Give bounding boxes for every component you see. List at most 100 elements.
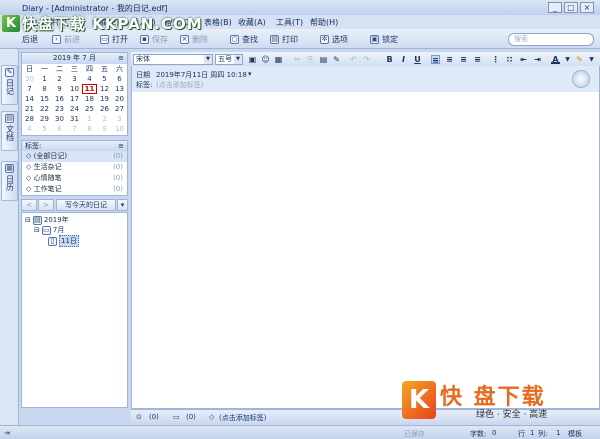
font-color-icon[interactable]: A xyxy=(551,55,560,64)
tab-diary[interactable]: ✎ 日记 xyxy=(1,65,18,105)
calendar-day[interactable]: 9 xyxy=(52,84,67,94)
bold-icon[interactable]: B xyxy=(385,55,394,64)
calendar-day[interactable]: 2 xyxy=(52,74,67,84)
menu-tools[interactable]: 工具(T) xyxy=(276,17,303,28)
insert-image-icon[interactable]: ▣ xyxy=(248,55,257,64)
calendar-day[interactable]: 22 xyxy=(37,104,52,114)
sidebar-toggle-icon[interactable]: ⇥ xyxy=(4,429,10,437)
align-right-icon[interactable]: ≡ xyxy=(459,55,468,64)
collapse-icon[interactable]: ⊟ xyxy=(34,226,40,234)
copy-icon[interactable]: ⎘ xyxy=(306,55,315,64)
calendar-day[interactable]: 15 xyxy=(37,94,52,104)
calendar-day-today[interactable]: 11 xyxy=(82,84,97,94)
calendar-day[interactable]: 9 xyxy=(97,124,112,134)
insert-table-icon[interactable]: ▦ xyxy=(274,55,283,64)
calendar-day[interactable]: 5 xyxy=(37,124,52,134)
tag-item-mood[interactable]: ◇ 心情随笔 (0) xyxy=(22,173,127,184)
comment-icon[interactable]: ▭ xyxy=(173,413,180,421)
calendar-day[interactable]: 5 xyxy=(97,74,112,84)
calendar-day[interactable]: 25 xyxy=(82,104,97,114)
calendar-day[interactable]: 13 xyxy=(112,84,127,94)
calendar-month-title[interactable]: 2019 年 7 月 xyxy=(53,54,96,62)
save-button[interactable]: ▪ 保存 xyxy=(140,33,168,46)
date-dropdown-icon[interactable]: ▾ xyxy=(248,70,252,78)
minimize-button[interactable]: _ xyxy=(548,2,562,13)
tab-calendar[interactable]: ▦ 日历 xyxy=(1,161,18,201)
maximize-button[interactable]: □ xyxy=(564,2,578,13)
calendar-day[interactable]: 10 xyxy=(112,124,127,134)
tree-node-month[interactable]: ⊟ ▭ 7月 xyxy=(34,225,64,235)
calendar-day[interactable]: 7 xyxy=(22,84,37,94)
calendar-day[interactable]: 6 xyxy=(52,124,67,134)
calendar-day[interactable]: 2 xyxy=(97,114,112,124)
emoticon-icon[interactable]: ☺ xyxy=(261,55,270,64)
calendar-day[interactable]: 4 xyxy=(22,124,37,134)
delete-button[interactable]: × 删除 xyxy=(180,33,208,46)
calendar-day[interactable]: 1 xyxy=(82,114,97,124)
align-center-icon[interactable]: ≡ xyxy=(445,55,454,64)
numbered-list-icon[interactable]: ⋮ xyxy=(491,55,500,64)
calendar-day[interactable]: 3 xyxy=(67,74,82,84)
calendar-day[interactable]: 29 xyxy=(37,114,52,124)
format-brush-icon[interactable]: ✎ xyxy=(332,55,341,64)
tree-node-year[interactable]: ⊟ ▤ 2019年 xyxy=(25,215,69,225)
calendar-day[interactable]: 18 xyxy=(82,94,97,104)
calendar-day[interactable]: 1 xyxy=(37,74,52,84)
write-today-dropdown[interactable]: ▾ xyxy=(117,199,128,211)
prev-entry-button[interactable]: < xyxy=(21,199,37,211)
calendar-day[interactable]: 6 xyxy=(112,74,127,84)
attachment-icon[interactable]: ⊙ xyxy=(136,413,142,421)
calendar-day[interactable]: 23 xyxy=(52,104,67,114)
tab-docs[interactable]: ▤ 文档 xyxy=(1,111,18,151)
tree-node-day[interactable]: ▯ 11日 xyxy=(48,235,79,247)
calendar-day[interactable]: 3 xyxy=(112,114,127,124)
outdent-icon[interactable]: ⇤ xyxy=(519,55,528,64)
redo-icon[interactable]: ↷ xyxy=(362,55,371,64)
paste-icon[interactable]: ▤ xyxy=(319,55,328,64)
close-button[interactable]: × xyxy=(580,2,594,13)
collapse-icon[interactable]: ⊟ xyxy=(25,216,31,224)
weather-icon[interactable] xyxy=(572,70,590,88)
calendar-day[interactable]: 31 xyxy=(67,114,82,124)
justify-icon[interactable]: ≡ xyxy=(473,55,482,64)
calendar-day[interactable]: 8 xyxy=(37,84,52,94)
calendar-day[interactable]: 10 xyxy=(67,84,82,94)
size-select[interactable]: 五号 ▼ xyxy=(215,54,243,65)
calendar-day[interactable]: 24 xyxy=(67,104,82,114)
search-input[interactable]: 搜索 xyxy=(508,33,594,46)
chevron-down-icon[interactable]: ▼ xyxy=(563,55,572,64)
bullet-list-icon[interactable]: ∷ xyxy=(505,55,514,64)
tag-menu-icon[interactable]: ≡ xyxy=(118,141,124,151)
calendar-day[interactable]: 27 xyxy=(112,104,127,114)
font-select[interactable]: 宋体 ▼ xyxy=(133,54,213,65)
calendar-day[interactable]: 28 xyxy=(22,114,37,124)
calendar-day[interactable]: 12 xyxy=(97,84,112,94)
options-button[interactable]: ✲ 选项 xyxy=(320,33,348,46)
status-tag-hint[interactable]: (点击添加标签) xyxy=(219,413,266,423)
menu-help[interactable]: 帮助(H) xyxy=(310,17,338,28)
calendar-day[interactable]: 30 xyxy=(22,74,37,84)
calendar-day[interactable]: 30 xyxy=(52,114,67,124)
menu-favorites[interactable]: 收藏(A) xyxy=(238,17,266,28)
calendar-day[interactable]: 4 xyxy=(82,74,97,84)
calendar-day[interactable]: 21 xyxy=(22,104,37,114)
tag-placeholder[interactable]: (点击添加标签) xyxy=(156,80,203,90)
write-today-button[interactable]: 写今天的日记 xyxy=(56,199,116,211)
chevron-down-icon[interactable]: ▼ xyxy=(587,55,596,64)
calendar-day[interactable]: 26 xyxy=(97,104,112,114)
calendar-day[interactable]: 16 xyxy=(52,94,67,104)
underline-icon[interactable]: U xyxy=(413,55,422,64)
open-button[interactable]: ▭ 打开 xyxy=(100,33,128,46)
back-button[interactable]: 后退 xyxy=(22,33,38,46)
calendar-day[interactable]: 8 xyxy=(82,124,97,134)
calendar-day[interactable]: 14 xyxy=(22,94,37,104)
highlight-icon[interactable]: ✎ xyxy=(575,55,584,64)
tag-item-all[interactable]: ◇ (全部日记) (0) xyxy=(22,151,127,162)
tag-item-life[interactable]: ◇ 生活杂记 (0) xyxy=(22,162,127,173)
cut-icon[interactable]: ✂ xyxy=(293,55,302,64)
align-left-icon[interactable]: ≡ xyxy=(431,55,440,65)
calendar-day[interactable]: 7 xyxy=(67,124,82,134)
calendar-menu-icon[interactable]: ≡ xyxy=(118,53,124,64)
tag-item-work[interactable]: ◇ 工作笔记 (0) xyxy=(22,184,127,195)
undo-icon[interactable]: ↶ xyxy=(349,55,358,64)
